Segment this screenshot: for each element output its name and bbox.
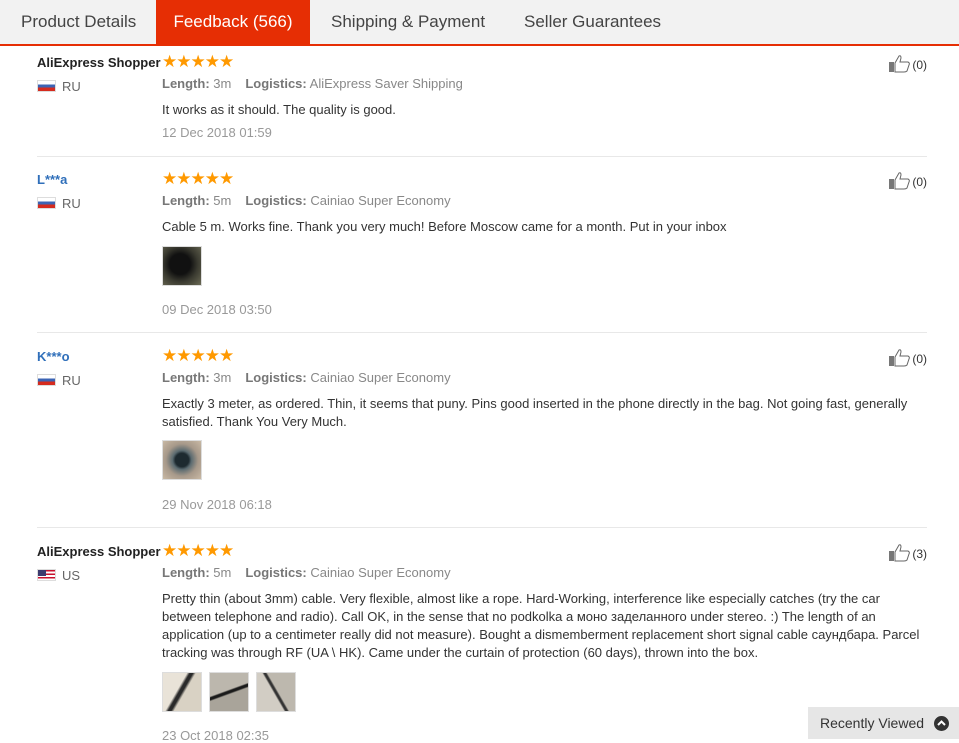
review-meta: Length: 3m Logistics: Cainiao Super Econo… [162,370,451,385]
flag-ru-icon [37,374,56,386]
review-meta: Length: 5m Logistics: Cainiao Super Econo… [162,565,451,580]
review-meta: Length: 5m Logistics: Cainiao Super Econo… [162,193,451,208]
review-date: 23 Oct 2018 02:35 [162,728,269,743]
tab-product-details[interactable]: Product Details [21,0,136,44]
reviewer-country: RU [37,79,81,94]
review-item: AliExpress Shopper RU ★★★★★ Length: 3m Lo… [37,52,927,157]
review-date: 29 Nov 2018 06:18 [162,497,272,512]
reviewer-name[interactable]: L***a [37,172,67,187]
reviewer-name[interactable]: K***o [37,349,70,364]
thumbs-up-icon [889,55,911,73]
reviewer-name: AliExpress Shopper [37,55,161,70]
review-text: It works as it should. The quality is go… [162,102,396,117]
review-date: 12 Dec 2018 01:59 [162,125,272,140]
helpful-button[interactable]: (0) [888,55,927,73]
review-photo[interactable] [162,440,202,480]
review-text: Pretty thin (about 3mm) cable. Very flex… [162,591,920,660]
flag-us-icon [37,569,56,581]
review-photos [162,672,303,712]
flag-ru-icon [37,80,56,92]
review-date: 09 Dec 2018 03:50 [162,302,272,317]
recently-viewed-button[interactable]: Recently Viewed [808,707,959,739]
thumbs-up-icon [889,172,911,190]
review-item: K***o RU ★★★★★ Length: 3m Logistics: Cain… [37,346,927,528]
helpful-button[interactable]: (0) [888,349,927,367]
review-photos [162,440,209,480]
tab-bar: Product Details Feedback (566) Shipping … [0,0,959,46]
reviewer-country: US [37,568,80,583]
review-photo[interactable] [162,672,202,712]
reviewer-country: RU [37,196,81,211]
review-photo[interactable] [209,672,249,712]
tab-feedback[interactable]: Feedback (566) [156,0,310,44]
helpful-button[interactable]: (3) [888,544,927,562]
review-meta: Length: 3m Logistics: AliExpress Saver Sh… [162,76,463,91]
review-text: Exactly 3 meter, as ordered. Thin, it se… [162,396,908,429]
review-item: AliExpress Shopper US ★★★★★ Length: 5m Lo… [37,541,927,743]
review-text: Cable 5 m. Works fine. Thank you very mu… [162,219,727,234]
review-photo[interactable] [256,672,296,712]
flag-ru-icon [37,197,56,209]
thumbs-up-icon [889,349,911,367]
star-rating: ★★★★★ [162,169,234,188]
tab-shipping-payment[interactable]: Shipping & Payment [331,0,485,44]
helpful-button[interactable]: (0) [888,172,927,190]
reviewer-name: AliExpress Shopper [37,544,161,559]
review-photos [162,246,209,286]
recently-viewed-label: Recently Viewed [820,715,925,731]
star-rating: ★★★★★ [162,52,234,71]
star-rating: ★★★★★ [162,541,234,560]
thumbs-up-icon [889,544,911,562]
tab-seller-guarantees[interactable]: Seller Guarantees [524,0,661,44]
chevron-up-icon [934,716,949,731]
star-rating: ★★★★★ [162,346,234,365]
review-item: L***a RU ★★★★★ Length: 5m Logistics: Cain… [37,169,927,333]
reviewer-country: RU [37,373,81,388]
review-photo[interactable] [162,246,202,286]
